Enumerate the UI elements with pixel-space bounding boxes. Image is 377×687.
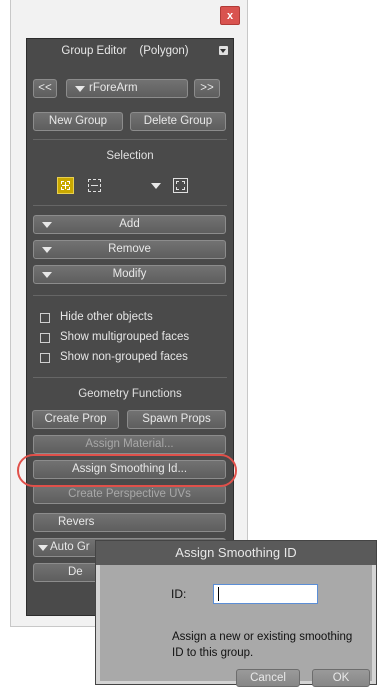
group-name-dropdown[interactable]: rForeArm [66, 79, 188, 98]
chevron-down-icon [42, 222, 52, 228]
selection-label: Selection [106, 150, 154, 162]
remove-menu-label: Remove [108, 243, 151, 255]
checkbox-label: Show non-grouped faces [60, 351, 188, 363]
chevron-down-icon [38, 545, 48, 551]
auto-group-label: Auto Gr [50, 541, 90, 553]
text-caret [218, 587, 219, 601]
divider [33, 205, 227, 206]
id-label: ID: [171, 587, 187, 601]
checkbox-label: Show multigrouped faces [60, 331, 190, 343]
divider [33, 139, 227, 140]
add-menu-label: Add [119, 218, 140, 230]
panel-title: Group Editor (Polygon) [61, 45, 189, 57]
checkbox-box[interactable] [40, 333, 50, 343]
chevron-down-icon [151, 183, 161, 189]
divider [33, 377, 227, 378]
new-group-button[interactable]: New Group [33, 112, 123, 131]
geometry-functions-label: Geometry Functions [78, 388, 182, 400]
smoothing-id-input[interactable] [213, 584, 318, 604]
selection-mode-dropdown[interactable] [147, 177, 195, 195]
checkbox-box[interactable] [40, 353, 50, 363]
previous-group-button[interactable]: << [33, 79, 57, 98]
group-editor-panel: Group Editor (Polygon) << rForeArm >> Ne… [26, 38, 234, 616]
chevron-down-icon [75, 86, 85, 92]
marquee-select-icon [173, 178, 188, 193]
divider [33, 295, 227, 296]
delete-group-button[interactable]: Delete Group [130, 112, 226, 131]
panel-menu-icon[interactable] [219, 46, 228, 55]
reverse-button[interactable]: Revers [33, 513, 226, 532]
checkbox-label: Hide other objects [60, 311, 153, 323]
assign-material-button[interactable]: Assign Material... [33, 435, 226, 454]
add-menu-button[interactable]: Add [33, 215, 226, 234]
remove-menu-button[interactable]: Remove [33, 240, 226, 259]
cancel-button[interactable]: Cancel [236, 669, 300, 687]
dialog-help-text: Assign a new or existing smoothing ID to… [172, 631, 353, 659]
group-name-label: rForeArm [89, 82, 138, 94]
chevron-down-icon [42, 272, 52, 278]
dialog-body: ID: Assign a new or existing smoothing I… [100, 565, 372, 687]
highlight-ring [17, 454, 237, 487]
assign-smoothing-id-dialog: Assign Smoothing ID ID: Assign a new or … [95, 540, 377, 687]
create-perspective-uvs-button[interactable]: Create Perspective UVs [33, 485, 226, 504]
dialog-title: Assign Smoothing ID [96, 541, 376, 565]
spawn-props-button[interactable]: Spawn Props [127, 410, 226, 429]
next-group-button[interactable]: >> [194, 79, 220, 98]
ok-button[interactable]: OK [312, 669, 370, 687]
add-selection-icon[interactable] [57, 177, 74, 194]
modify-menu-label: Modify [112, 268, 147, 280]
subtract-selection-icon[interactable] [88, 179, 101, 192]
close-button[interactable]: x [220, 6, 240, 25]
delete-label: De [68, 566, 83, 578]
reverse-label: Revers [58, 516, 95, 528]
modify-menu-button[interactable]: Modify [33, 265, 226, 284]
create-prop-button[interactable]: Create Prop [32, 410, 119, 429]
chevron-down-icon [42, 247, 52, 253]
checkbox-box[interactable] [40, 313, 50, 323]
